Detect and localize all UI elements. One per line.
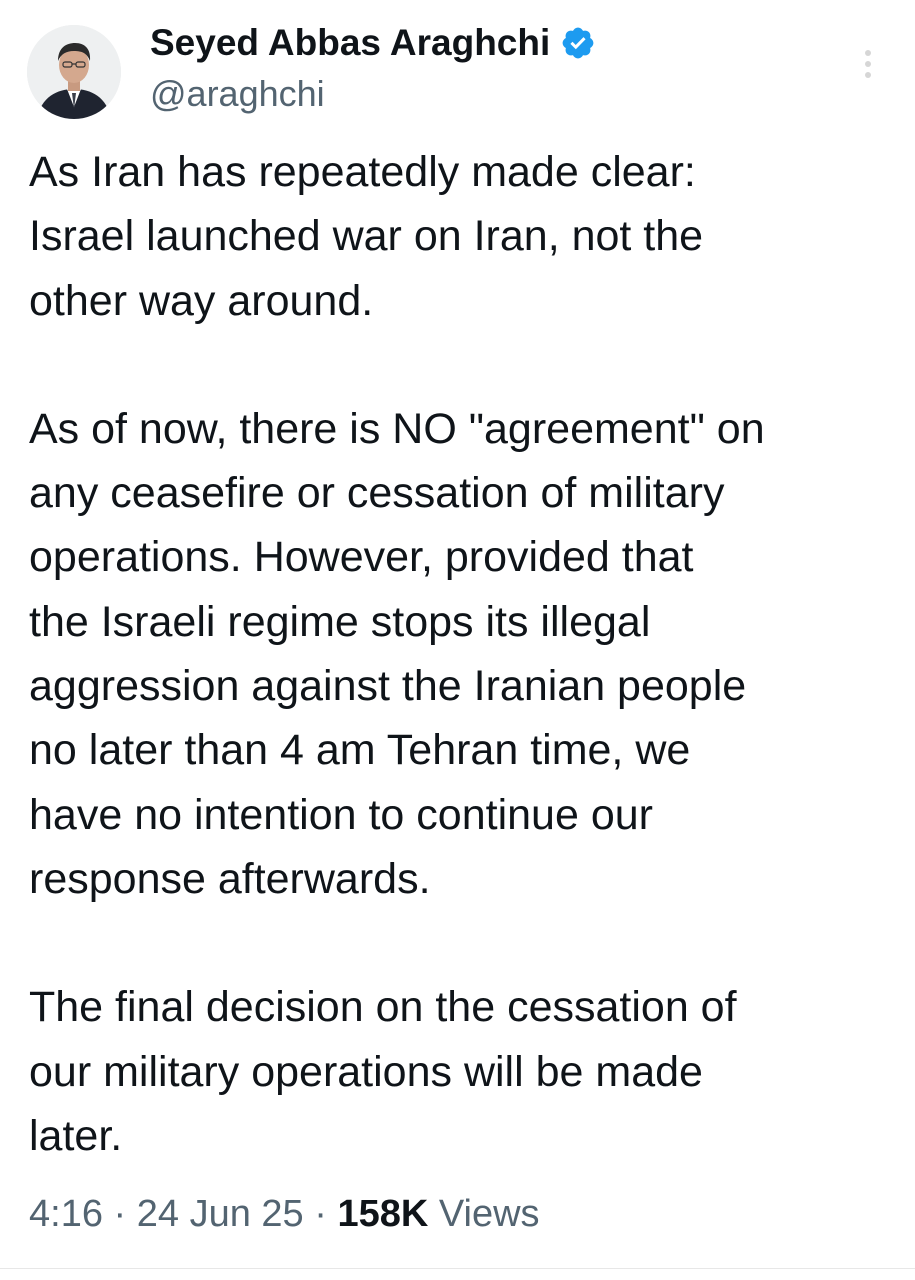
avatar-photo bbox=[27, 25, 121, 119]
author-display-name[interactable]: Seyed Abbas Araghchi bbox=[150, 20, 550, 66]
author-handle[interactable]: @araghchi bbox=[150, 72, 325, 116]
more-options-icon[interactable] bbox=[853, 44, 883, 84]
author-name-row: Seyed Abbas Araghchi bbox=[150, 20, 596, 66]
tweet-time[interactable]: 4:16 bbox=[29, 1193, 103, 1235]
views-count: 158K bbox=[337, 1193, 429, 1235]
divider bbox=[0, 1268, 915, 1269]
tweet-date[interactable]: 24 Jun 25 bbox=[137, 1193, 304, 1235]
avatar[interactable] bbox=[27, 25, 121, 119]
tweet-paragraph: The final decision on the cessation of o… bbox=[29, 983, 737, 1160]
tweet-paragraph: As Iran has repeatedly made clear: Israe… bbox=[29, 148, 704, 325]
tweet-paragraph: As of now, there is NO "agreement" on an… bbox=[29, 404, 765, 903]
tweet-text: As Iran has repeatedly made clear: Israe… bbox=[29, 140, 899, 1168]
verified-badge-icon[interactable] bbox=[560, 25, 596, 61]
meta-separator: · bbox=[113, 1193, 127, 1235]
tweet-meta: 4:16 · 24 Jun 25 · 158K Views bbox=[29, 1184, 540, 1244]
tweet-header: Seyed Abbas Araghchi @araghchi bbox=[0, 0, 915, 130]
views-label: Views bbox=[438, 1193, 540, 1235]
meta-separator: · bbox=[314, 1193, 327, 1235]
